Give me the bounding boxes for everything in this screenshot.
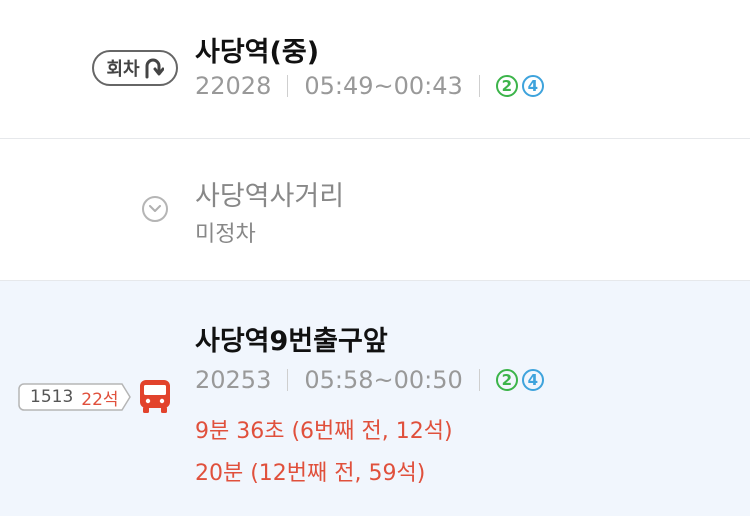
divider [287,369,289,391]
stop-meta: 22028 05:49~00:43 2 4 [195,72,548,100]
arrival-first: 9분 36초 (6번째 전, 12석) [195,419,453,444]
subway-line-4-badge: 4 [521,75,544,97]
stop-name: 사당역(중) [195,37,320,68]
bus-seats: 22석 [81,389,119,410]
arrival-second: 20분 (12번째 전, 59석) [195,461,426,486]
stop-status: 미정차 [195,222,256,247]
stop-hours: 05:49~00:43 [304,72,463,100]
stop-hours: 05:58~00:50 [304,366,463,394]
subway-line-2-badge: 2 [495,75,518,97]
chevron-down-icon [142,196,168,222]
bus-icon[interactable] [139,379,171,415]
turnaround-badge: 회차 [92,50,178,86]
stop-id: 20253 [195,366,272,394]
bus-info-label: 1513 22석 [18,383,132,411]
stop-meta: 20253 05:58~00:50 2 4 [195,366,548,394]
divider [478,75,480,97]
subway-line-2-badge: 2 [495,369,518,391]
stop-row-2[interactable]: 사당역사거리 미정차 [0,139,750,281]
stop-name: 사당역사거리 [195,181,345,212]
subway-line-4-badge: 4 [521,369,544,391]
stop-id: 22028 [195,72,272,100]
divider [287,75,289,97]
bus-number: 1513 [30,387,74,407]
turnaround-label: 회차 [106,59,140,80]
stop-name: 사당역9번출구앞 [195,326,388,357]
u-turn-icon [145,58,164,79]
divider [478,369,480,391]
